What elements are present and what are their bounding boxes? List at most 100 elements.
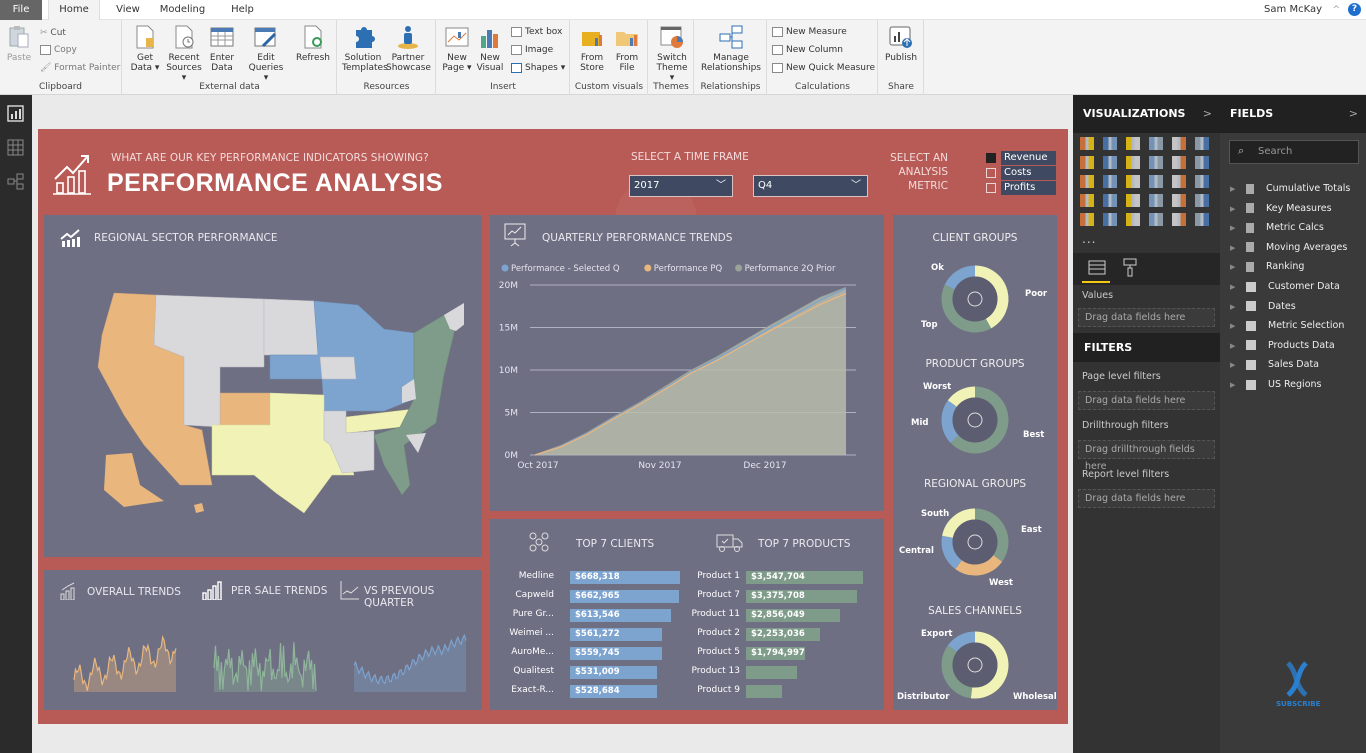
globe-visual-icon[interactable] xyxy=(1195,213,1209,226)
bar[interactable]: $3,375,708 xyxy=(746,590,858,603)
stacked-area-visual-icon[interactable] xyxy=(1126,156,1140,169)
state-iowa[interactable] xyxy=(319,356,357,380)
bar[interactable]: $3,547,704 xyxy=(746,571,863,584)
field-table-key-measures[interactable]: ▶ Key Measures xyxy=(1230,201,1332,217)
more-visuals-icon[interactable]: ... xyxy=(1082,232,1096,246)
report-view-icon[interactable] xyxy=(7,105,24,122)
from-file-button[interactable]: From File xyxy=(611,24,643,73)
bar-row[interactable]: Medline $668,318 xyxy=(500,571,680,584)
multi-row-card-visual-icon[interactable] xyxy=(1195,194,1209,207)
bar[interactable]: $531,009 xyxy=(570,666,658,679)
field-table-sales-data[interactable]: ▶ Sales Data xyxy=(1230,357,1319,373)
shape-map-visual-icon[interactable] xyxy=(1103,194,1117,207)
table-visual-icon[interactable] xyxy=(1126,213,1140,226)
bar[interactable]: $613,546 xyxy=(570,609,671,622)
expand-icon[interactable]: ▶ xyxy=(1230,259,1240,275)
field-table-products-data[interactable]: ▶ Products Data xyxy=(1230,338,1335,354)
r-script-visual-icon[interactable] xyxy=(1172,213,1186,226)
bar-row[interactable]: Weimei ... $561,272 xyxy=(500,628,680,641)
recent-sources-button[interactable]: Recent Sources ▾ xyxy=(165,24,203,83)
bar[interactable]: $668,318 xyxy=(570,571,680,584)
expand-icon[interactable]: ▶ xyxy=(1230,220,1240,236)
new-quick-measure-button[interactable]: New Quick Measure xyxy=(772,62,875,74)
pie-visual-icon[interactable] xyxy=(1126,175,1140,188)
expand-icon[interactable]: ▶ xyxy=(1230,357,1240,373)
checkbox[interactable] xyxy=(986,168,996,178)
card-visual-icon[interactable] xyxy=(1172,194,1186,207)
text-box-button[interactable]: Text box xyxy=(511,26,562,38)
tab-file[interactable]: File xyxy=(0,0,42,20)
field-table-us-regions[interactable]: ▶ US Regions xyxy=(1230,377,1321,393)
line-clustered-visual-icon[interactable] xyxy=(1172,156,1186,169)
model-view-icon[interactable] xyxy=(7,173,24,190)
clustered-column-visual-icon[interactable] xyxy=(1149,137,1163,150)
subscribe-watermark[interactable]: SUBSCRIBE xyxy=(1276,661,1320,711)
bar[interactable]: $2,856,049 xyxy=(746,609,841,622)
metric-option-profits[interactable]: Profits xyxy=(986,181,1056,195)
switch-theme-button[interactable]: Switch Theme ▾ xyxy=(653,24,691,83)
collapse-ribbon-icon[interactable]: ^ xyxy=(1332,0,1340,20)
image-button[interactable]: Image xyxy=(511,44,553,56)
waterfall-visual-icon[interactable] xyxy=(1080,175,1094,188)
bar-row[interactable]: Product 11 $2,856,049 xyxy=(690,609,863,622)
kpi-visual-icon[interactable] xyxy=(1080,213,1094,226)
cut-button[interactable]: ✂ Cut xyxy=(40,27,66,39)
refresh-button[interactable]: Refresh xyxy=(295,24,331,63)
slicer-visual-icon[interactable] xyxy=(1103,213,1117,226)
state-colorado[interactable] xyxy=(219,392,271,428)
expand-icon[interactable]: ▶ xyxy=(1230,318,1240,334)
bar[interactable]: $528,684 xyxy=(570,685,658,698)
bar[interactable] xyxy=(746,685,783,698)
get-data-button[interactable]: Get Data ▾ xyxy=(128,24,162,73)
help-icon[interactable]: ? xyxy=(1348,3,1361,16)
publish-button[interactable]: Publish xyxy=(883,24,919,63)
bar-row[interactable]: Pure Gr... $613,546 xyxy=(500,609,680,622)
area-visual-icon[interactable] xyxy=(1103,156,1117,169)
fields-tab-icon[interactable] xyxy=(1088,260,1106,275)
field-table-cumulative-totals[interactable]: ▶ Cumulative Totals xyxy=(1230,181,1350,197)
expand-icon[interactable]: ▶ xyxy=(1230,299,1240,315)
bar-row[interactable]: Product 2 $2,253,036 xyxy=(690,628,863,641)
stacked-column-visual-icon[interactable] xyxy=(1103,137,1117,150)
chevron-right-icon[interactable]: > xyxy=(1203,95,1212,133)
manage-relationships-button[interactable]: Manage Relationships xyxy=(698,24,764,73)
expand-icon[interactable]: ▶ xyxy=(1230,338,1240,354)
copy-button[interactable]: Copy xyxy=(40,44,77,56)
partner-showcase-button[interactable]: Partner Showcase xyxy=(386,24,431,73)
bar[interactable]: $559,745 xyxy=(570,647,663,660)
bar-row[interactable]: Capweld $662,965 xyxy=(500,590,680,603)
ribbon-visual-icon[interactable] xyxy=(1195,156,1209,169)
100-bar-visual-icon[interactable] xyxy=(1172,137,1186,150)
scatter-visual-icon[interactable] xyxy=(1103,175,1117,188)
drillthrough-drop-zone[interactable]: Drag drillthrough fields here xyxy=(1078,440,1215,472)
new-measure-button[interactable]: New Measure xyxy=(772,26,847,38)
bar[interactable]: $1,794,997 xyxy=(746,647,806,660)
field-table-customer-data[interactable]: ▶ Customer Data xyxy=(1230,279,1340,295)
bar-row[interactable]: AuroMe... $559,745 xyxy=(500,647,680,660)
bar-row[interactable]: Product 7 $3,375,708 xyxy=(690,590,863,603)
user-name[interactable]: Sam McKay xyxy=(1264,0,1322,20)
bar[interactable]: $2,253,036 xyxy=(746,628,821,641)
matrix-visual-icon[interactable] xyxy=(1149,213,1163,226)
line-visual-icon[interactable] xyxy=(1080,156,1094,169)
report-filters-drop-zone[interactable]: Drag data fields here xyxy=(1078,489,1215,508)
solution-templates-button[interactable]: Solution Templates xyxy=(342,24,388,73)
gauge-visual-icon[interactable] xyxy=(1149,194,1163,207)
data-view-icon[interactable] xyxy=(7,139,24,156)
expand-icon[interactable]: ▶ xyxy=(1230,377,1240,393)
bar[interactable]: $561,272 xyxy=(570,628,663,641)
bar-row[interactable]: Qualitest $531,009 xyxy=(500,666,680,679)
fields-search-input[interactable]: ⌕ Search xyxy=(1229,140,1359,164)
shapes-button[interactable]: Shapes ▾ xyxy=(511,62,565,74)
tab-view[interactable]: View xyxy=(110,0,146,20)
metric-option-revenue[interactable]: Revenue xyxy=(986,151,1056,165)
chevron-right-icon[interactable]: > xyxy=(1349,95,1358,133)
field-table-metric-selection[interactable]: ▶ Metric Selection xyxy=(1230,318,1344,334)
us-map[interactable] xyxy=(84,275,464,515)
field-table-metric-calcs[interactable]: ▶ Metric Calcs xyxy=(1230,220,1324,236)
state-south-carolina[interactable] xyxy=(406,433,426,453)
filled-map-visual-icon[interactable] xyxy=(1080,194,1094,207)
year-dropdown[interactable]: 2017 ﹀ xyxy=(629,175,733,197)
new-column-button[interactable]: New Column xyxy=(772,44,843,56)
expand-icon[interactable]: ▶ xyxy=(1230,240,1240,256)
